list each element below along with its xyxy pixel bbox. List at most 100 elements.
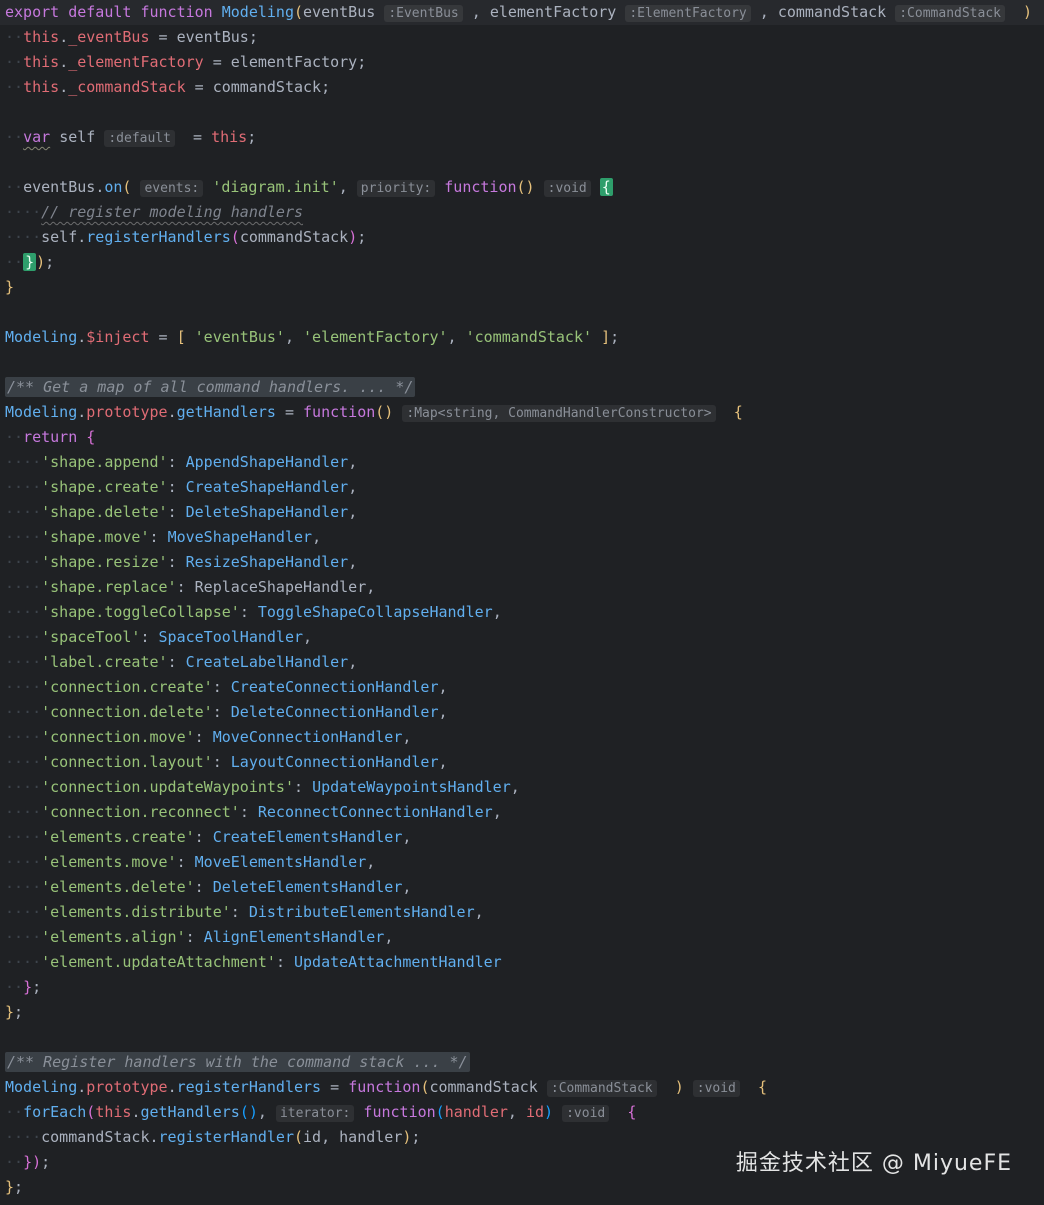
code-token: = (149, 328, 177, 346)
code-line: ····'elements.align': AlignElementsHandl… (5, 925, 1044, 950)
code-token: DeleteShapeHandler (185, 503, 349, 521)
code-token: default (68, 3, 132, 21)
code-token: ···· (5, 953, 42, 971)
code-token: . (59, 78, 69, 96)
code-token: function (444, 178, 517, 196)
code-token: , (438, 703, 448, 721)
code-line: ··this._eventBus = eventBus; (5, 25, 1044, 50)
code-token: 'elements.distribute' (41, 903, 231, 921)
code-token: () (516, 178, 535, 196)
code-token: : (239, 803, 258, 821)
code-token: : (167, 553, 186, 571)
code-token: DeleteElementsHandler (212, 878, 403, 896)
code-token: : (212, 678, 231, 696)
code-token: ( (294, 1128, 304, 1146)
code-token: = (185, 78, 213, 96)
code-token: this (23, 78, 60, 96)
code-token: /** Get a map of all command handlers. .… (5, 377, 416, 397)
code-token: } (5, 1003, 15, 1021)
code-line: ····'connection.reconnect': ReconnectCon… (5, 800, 1044, 825)
code-token: commandStack (41, 1128, 150, 1146)
code-token: : (167, 653, 186, 671)
code-token: _eventBus (68, 28, 150, 46)
code-line: ····'shape.append': AppendShapeHandler, (5, 450, 1044, 475)
code-line: /** Get a map of all command handlers. .… (5, 375, 1044, 400)
code-token: MoveConnectionHandler (212, 728, 403, 746)
code-editor[interactable]: export default function Modeling(eventBu… (0, 0, 1044, 1205)
code-token: $inject (86, 328, 150, 346)
code-token: . (149, 1128, 159, 1146)
code-token: function (348, 1078, 421, 1096)
code-token: : (167, 478, 186, 496)
code-token: ·· (5, 28, 24, 46)
code-token: = (203, 53, 231, 71)
code-token: 'label.create' (41, 653, 168, 671)
code-token: , (348, 453, 358, 471)
code-line: ··}); (5, 250, 1044, 275)
code-token: = (275, 403, 304, 421)
code-line: ····'connection.updateWaypoints': Update… (5, 775, 1044, 800)
code-line: ····'shape.replace': ReplaceShapeHandler… (5, 575, 1044, 600)
code-line: ··eventBus.on( events: 'diagram.init', p… (5, 175, 1044, 200)
code-line: ····'elements.create': CreateElementsHan… (5, 825, 1044, 850)
code-token: id (525, 1103, 545, 1121)
code-token: id (303, 1128, 322, 1146)
code-token: } (5, 1178, 15, 1196)
code-token: ·· (5, 428, 24, 446)
code-token: : (167, 503, 186, 521)
code-token: . (95, 178, 105, 196)
code-token: ; (357, 228, 367, 246)
code-token: : (194, 828, 213, 846)
code-token: ·· (5, 1103, 24, 1121)
code-token: SpaceToolHandler (158, 628, 304, 646)
code-token: self (59, 128, 105, 146)
code-token: 'connection.updateWaypoints' (41, 778, 294, 796)
code-token: commandStack (429, 1078, 547, 1096)
code-token: ·· (5, 253, 24, 271)
code-token: , (462, 3, 490, 21)
code-token: var (23, 128, 51, 146)
code-token: } (23, 1153, 33, 1171)
code-token: , (348, 478, 358, 496)
code-token: } (23, 253, 37, 271)
code-token: : (149, 528, 168, 546)
code-token: 'connection.layout' (41, 753, 213, 771)
code-token: return (23, 428, 78, 446)
code-token: getHandlers (176, 403, 276, 421)
code-token: commandStack (212, 78, 322, 96)
code-token: :Map<string, CommandHandlerConstructor> (402, 405, 716, 422)
code-token: , (438, 678, 448, 696)
code-token: ·· (5, 53, 24, 71)
code-token: Modeling (5, 403, 78, 421)
code-token: ; (248, 28, 258, 46)
code-token: } (5, 278, 15, 296)
code-token: 'elementFactory' (303, 328, 448, 346)
code-token: , (348, 503, 358, 521)
code-token: this (23, 28, 60, 46)
code-token: CreateShapeHandler (185, 478, 349, 496)
code-token: export (5, 3, 60, 21)
code-token: DeleteConnectionHandler (230, 703, 439, 721)
code-line: ····'spaceTool': SpaceToolHandler, (5, 625, 1044, 650)
code-token: self (41, 228, 78, 246)
code-token: { (757, 1078, 767, 1096)
code-token: : (194, 728, 213, 746)
code-token: , (303, 628, 313, 646)
code-token: 'shape.delete' (41, 503, 168, 521)
code-token: ···· (5, 528, 42, 546)
code-token: ···· (5, 553, 42, 571)
code-token: , (348, 653, 358, 671)
code-token: forEach (23, 1103, 87, 1121)
code-token: : (167, 453, 186, 471)
code-token: = (174, 128, 212, 146)
code-line: ····'element.updateAttachment': UpdateAt… (5, 950, 1044, 975)
